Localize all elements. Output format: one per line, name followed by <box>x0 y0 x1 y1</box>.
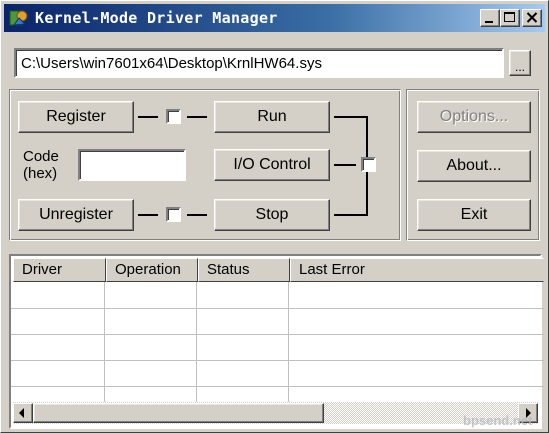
connector-line <box>138 214 158 216</box>
exit-button[interactable]: Exit <box>417 199 531 231</box>
maximize-button[interactable] <box>500 9 520 27</box>
io-control-checkbox[interactable] <box>361 157 376 172</box>
grid-line <box>196 282 197 406</box>
watermark-text: bpsend.net <box>463 413 533 428</box>
io-control-button[interactable]: I/O Control <box>214 149 330 181</box>
main-window: Kernel-Mode Driver Manager C:\Users\win7… <box>0 0 549 433</box>
grid-line <box>288 282 289 406</box>
connector-line <box>334 214 368 216</box>
register-checkbox[interactable] <box>166 109 181 124</box>
run-button[interactable]: Run <box>214 101 330 133</box>
connector-line <box>187 116 207 118</box>
register-button[interactable]: Register <box>18 101 134 133</box>
browse-button[interactable]: ... <box>509 50 531 76</box>
unregister-button[interactable]: Unregister <box>18 199 134 231</box>
column-header-status[interactable]: Status <box>198 258 290 282</box>
close-button[interactable] <box>522 9 542 27</box>
driver-path-text: C:\Users\win7601x64\Desktop\KrnlHW64.sys <box>21 55 322 72</box>
left-arrow-icon <box>19 408 24 418</box>
stop-button[interactable]: Stop <box>214 199 330 231</box>
grid-line <box>104 282 105 406</box>
unregister-checkbox[interactable] <box>166 207 181 222</box>
grid-line <box>11 334 544 335</box>
column-header-operation[interactable]: Operation <box>106 258 198 282</box>
grid-line <box>11 386 544 387</box>
options-button[interactable]: Options... <box>417 101 531 133</box>
code-input[interactable] <box>78 149 186 181</box>
grid-line <box>11 308 544 309</box>
connector-line <box>334 164 356 166</box>
app-icon <box>9 10 28 26</box>
column-header-driver[interactable]: Driver <box>13 258 106 282</box>
grid-line <box>11 360 544 361</box>
connector-line <box>334 116 368 118</box>
driver-path-field[interactable]: C:\Users\win7601x64\Desktop\KrnlHW64.sys <box>14 48 504 78</box>
column-header-last-error[interactable]: Last Error <box>290 258 544 282</box>
window-title: Kernel-Mode Driver Manager <box>35 9 278 27</box>
scroll-left-button[interactable] <box>13 403 33 423</box>
horizontal-scrollbar[interactable] <box>13 402 538 424</box>
title-bar[interactable]: Kernel-Mode Driver Manager <box>4 4 545 32</box>
minimize-icon <box>485 21 493 23</box>
scroll-thumb[interactable] <box>33 403 324 423</box>
connector-line <box>138 116 158 118</box>
code-label: Code (hex) <box>23 148 59 182</box>
close-icon <box>526 12 538 23</box>
about-button[interactable]: About... <box>417 150 531 182</box>
maximize-icon <box>504 12 515 22</box>
connector-line <box>187 214 207 216</box>
minimize-button[interactable] <box>480 9 500 27</box>
driver-list-view[interactable]: Driver Operation Status Last Error <box>9 254 544 429</box>
